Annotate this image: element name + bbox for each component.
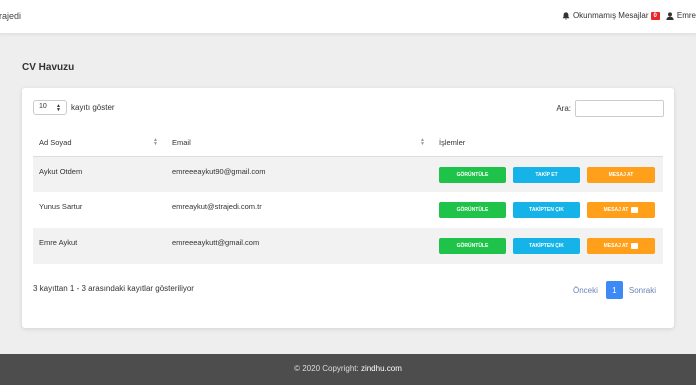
cell-name: Emre Aykut — [33, 228, 166, 264]
search-label: Ara: — [556, 104, 571, 113]
message-button-label: MESAJ AT — [603, 207, 629, 213]
cell-name: Yunus Sartur — [39, 202, 83, 211]
table-row: Emre Aykut emreeeaykutt@gmail.com GÖRÜNT… — [33, 228, 663, 264]
cell-name: Aykut Otdem — [33, 156, 166, 192]
cv-table: Ad Soyad ▲ ▼ Email ▲ ▼ İşlemler Aykut Otdem … — [33, 130, 663, 264]
select-arrows-icon: ▲ ▼ — [56, 103, 61, 113]
table-header-row: Ad Soyad ▲ ▼ Email ▲ ▼ İşlemler — [33, 130, 663, 157]
unread-messages-link[interactable]: Okunmamış Mesajlar — [573, 11, 649, 20]
unfollow-button[interactable]: TAKİPTEN ÇIK — [513, 238, 580, 254]
user-icon — [666, 11, 674, 20]
column-header-label: Email — [172, 138, 191, 148]
pagination-next[interactable]: Sonraki — [629, 286, 656, 295]
view-button[interactable]: GÖRÜNTÜLE — [439, 238, 506, 254]
message-button[interactable]: MESAJ AT — [587, 202, 655, 218]
cell-actions: GÖRÜNTÜLE TAKİPTEN ÇIK MESAJ AT — [433, 192, 663, 228]
column-header-actions: İşlemler — [433, 130, 663, 157]
search-input[interactable] — [575, 100, 664, 117]
pagination: Önceki 1 Sonraki — [573, 281, 656, 299]
page-length-label: kayıtı göster — [71, 103, 115, 112]
footer: © 2020 Copyright: zindhu.com — [0, 354, 696, 385]
user-menu[interactable]: Emre — [677, 11, 696, 20]
page-length-control: 10 ▲ ▼ kayıtı göster — [33, 100, 115, 115]
view-button[interactable]: GÖRÜNTÜLE — [439, 202, 506, 218]
message-button[interactable]: MESAJ AT — [587, 166, 655, 183]
envelope-icon — [631, 207, 639, 213]
unread-count-badge: 0 — [650, 11, 660, 20]
footer-link[interactable]: zindhu.com — [361, 364, 402, 373]
brand-logo[interactable]: rajedi — [0, 11, 21, 21]
pagination-previous[interactable]: Önceki — [573, 286, 598, 295]
action-buttons: GÖRÜNTÜLE TAKİPTEN ÇIK MESAJ AT — [439, 202, 663, 218]
sort-icon: ▲ ▼ — [153, 137, 158, 147]
action-buttons: GÖRÜNTÜLE TAKİPTEN ÇIK MESAJ AT — [439, 238, 663, 254]
action-buttons: GÖRÜNTÜLE TAKİP ET MESAJ AT — [439, 166, 663, 183]
cv-pool-card: 10 ▲ ▼ kayıtı göster Ara: Ad Soyad ▲ ▼ Emai… — [22, 88, 674, 328]
cell-email: emreeeaykutt@gmail.com — [166, 228, 433, 264]
table-info-text: 3 kayıttan 1 - 3 arasındaki kayıtlar gös… — [33, 284, 194, 293]
footer-copyright: © 2020 Copyright: — [294, 364, 359, 373]
view-button[interactable]: GÖRÜNTÜLE — [439, 166, 506, 183]
cell-actions: GÖRÜNTÜLE TAKİPTEN ÇIK MESAJ AT — [433, 228, 663, 264]
page-length-select[interactable]: 10 ▲ ▼ — [33, 100, 67, 115]
column-header-label: İşlemler — [439, 138, 466, 148]
cell-actions: GÖRÜNTÜLE TAKİP ET MESAJ AT — [433, 156, 663, 192]
pagination-page-current[interactable]: 1 — [605, 281, 623, 299]
bell-icon — [562, 11, 570, 20]
message-button[interactable]: MESAJ AT — [587, 238, 655, 254]
sort-icon: ▲ ▼ — [420, 137, 425, 147]
table-row: Aykut Otdem emreeeaykut90@gmail.com GÖRÜ… — [33, 156, 663, 192]
column-header-label: Ad Soyad — [39, 138, 72, 148]
search-control: Ara: — [556, 100, 664, 117]
envelope-icon — [631, 243, 639, 249]
cell-email: emreeeaykut90@gmail.com — [166, 156, 433, 192]
unfollow-button[interactable]: TAKİPTEN ÇIK — [513, 202, 580, 218]
column-header-name[interactable]: Ad Soyad ▲ ▼ — [33, 130, 166, 157]
table-row: Yunus Sartur emreaykut@strajedi.com.tr G… — [33, 192, 663, 228]
top-navbar: rajedi Okunmamış Mesajlar 0 Emre — [0, 0, 696, 34]
navbar-right: Okunmamış Mesajlar 0 Emre — [562, 11, 696, 20]
follow-button[interactable]: TAKİP ET — [513, 166, 580, 183]
cell-email: emreaykut@strajedi.com.tr — [172, 202, 262, 211]
page-length-value: 10 — [39, 103, 47, 110]
column-header-email[interactable]: Email ▲ ▼ — [166, 130, 433, 157]
page-title: CV Havuzu — [22, 62, 75, 73]
message-button-label: MESAJ AT — [603, 243, 629, 249]
